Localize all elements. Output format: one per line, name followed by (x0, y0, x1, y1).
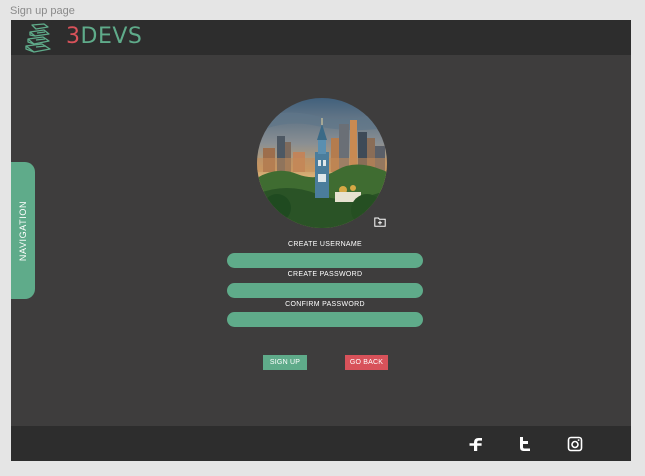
top-bar: 3DEVS (11, 20, 631, 55)
brand-name: DEVS (80, 24, 143, 49)
footer-bar (11, 426, 631, 461)
brand-prefix: 3 (66, 24, 81, 49)
confirm-password-input[interactable] (227, 312, 423, 327)
instagram-icon[interactable] (567, 436, 583, 452)
books-logo-icon[interactable] (22, 22, 54, 54)
frame-title: Sign up page (10, 5, 75, 17)
navigation-tab[interactable]: NAVIGATION (11, 162, 35, 299)
upload-photo-icon[interactable] (374, 216, 386, 227)
username-input[interactable] (227, 253, 423, 268)
signup-button[interactable]: SIGN UP (263, 355, 307, 370)
signup-page: 3DEVS NAVIGATION CREATE USERNAME CREATE … (11, 20, 631, 461)
password-label: CREATE PASSWORD (287, 271, 363, 278)
confirm-password-label: CONFIRM PASSWORD (285, 301, 365, 308)
password-input[interactable] (227, 283, 423, 298)
facebook-icon[interactable] (469, 436, 485, 452)
brand-logo[interactable]: 3DEVS (66, 25, 142, 49)
go-back-button[interactable]: GO BACK (345, 355, 388, 370)
twitter-icon[interactable] (517, 436, 533, 452)
username-label: CREATE USERNAME (288, 241, 362, 248)
navigation-tab-label: NAVIGATION (18, 200, 28, 261)
profile-photo[interactable] (257, 98, 387, 228)
